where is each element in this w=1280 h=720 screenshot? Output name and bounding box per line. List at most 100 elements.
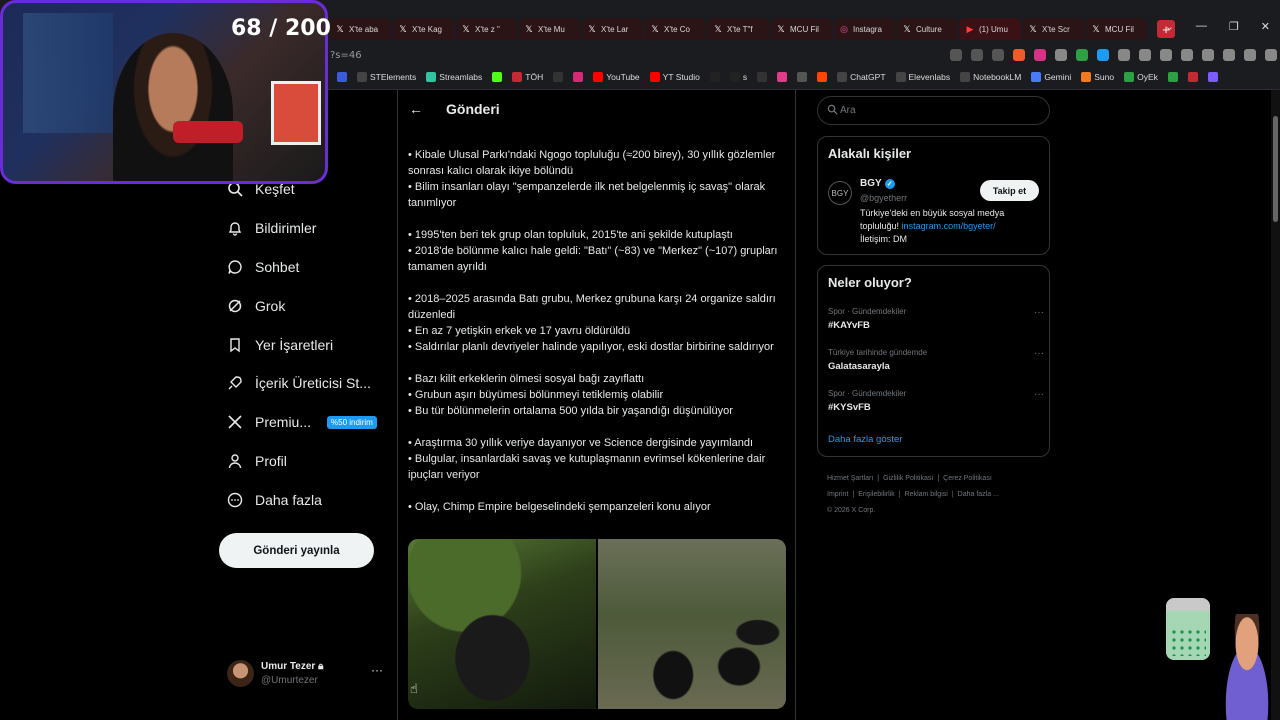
footer-link[interactable]: Hizmet Şartları	[827, 475, 873, 482]
mouse-cursor-icon: ☝︎	[410, 681, 418, 696]
trend-item[interactable]: Spor · Gündemdekiler #KAYvFB ···	[828, 307, 1044, 331]
bookmark-item[interactable]	[817, 72, 828, 82]
bookmark-item[interactable]	[797, 72, 808, 82]
bookmark-item[interactable]	[492, 72, 503, 82]
bookmark-item[interactable]: TÖH	[512, 72, 543, 82]
post-media[interactable]	[408, 539, 786, 709]
profile-icon[interactable]	[1244, 49, 1256, 61]
bookmark-item[interactable]	[337, 72, 347, 82]
wallet-icon[interactable]	[1223, 49, 1235, 61]
bookmark-item[interactable]: NotebookLM	[960, 72, 1021, 82]
browser-tab[interactable]: 𝕏 Culture	[897, 18, 958, 40]
more-icon[interactable]: ···	[1034, 307, 1044, 318]
trend-item[interactable]: Türkiye tarihinde gündemde Galatasarayla ·…	[828, 348, 1044, 372]
share-icon[interactable]	[971, 49, 983, 61]
tab-search-icon[interactable]: ⌄	[1165, 20, 1174, 33]
more-icon[interactable]: ···	[1034, 348, 1044, 359]
trend-item[interactable]: Spor · Gündemdekiler #KYSvFB ···	[828, 389, 1044, 413]
footer-link[interactable]: Erişilebilirlik	[858, 491, 895, 498]
rewards-icon[interactable]	[1034, 49, 1046, 61]
vpn-icon[interactable]	[1265, 49, 1277, 61]
bookmark-item[interactable]	[1207, 72, 1218, 82]
search-box[interactable]: Ara	[817, 96, 1050, 125]
bookmark-item[interactable]: Streamlabs	[426, 72, 482, 82]
bookmark-item[interactable]: YouTube	[593, 72, 640, 82]
extension-icon[interactable]	[1076, 49, 1088, 61]
nav-item-person[interactable]: Profil	[219, 442, 394, 481]
bookmark-item[interactable]	[777, 72, 788, 82]
browser-tab[interactable]: 𝕏 X'te T"f	[708, 18, 769, 40]
bgy-logo-icon[interactable]: BGY	[828, 181, 852, 205]
bio-link[interactable]: instagram.com/bgyeter/	[902, 221, 996, 231]
browser-tab[interactable]: 𝕏 MCU Fil	[1086, 18, 1147, 40]
chat-icon	[227, 259, 243, 275]
bookmark-item[interactable]	[1167, 72, 1178, 82]
browser-tab[interactable]: ◎ Instagra	[834, 18, 895, 40]
chimp-photo-2[interactable]	[598, 539, 786, 709]
brave-shield-icon[interactable]	[1013, 49, 1025, 61]
nav-item-bell[interactable]: Bildirimler	[219, 209, 394, 248]
bookmark-item[interactable]: s	[729, 72, 747, 82]
nav-item-rocket[interactable]: İçerik Üreticisi St...	[219, 364, 394, 403]
nav-item-bookmark[interactable]: Yer İşaretleri	[219, 325, 394, 364]
account-switcher[interactable]: Umur Tezer 🔒︎ @Umurtezer ···	[227, 659, 387, 689]
star-icon[interactable]	[992, 49, 1004, 61]
footer-link[interactable]: Gizlilik Politikası	[883, 475, 933, 482]
browser-tab[interactable]: ▶ (1) Umu	[960, 18, 1021, 40]
chimp-photo-1[interactable]	[408, 539, 596, 709]
extension-icon[interactable]	[1055, 49, 1067, 61]
nav-item-more-circle[interactable]: Daha fazla	[219, 480, 394, 519]
restore-icon[interactable]: ❐	[1229, 20, 1239, 33]
scrollbar-thumb[interactable]	[1273, 116, 1278, 222]
nav-item-grok[interactable]: Grok	[219, 286, 394, 325]
browser-tab[interactable]: 𝕏 X'te aba	[330, 18, 391, 40]
kick-icon	[492, 72, 503, 82]
extension-icon[interactable]	[1160, 49, 1172, 61]
x-icon: 𝕏	[1029, 23, 1037, 34]
bookmark-item[interactable]	[553, 72, 564, 82]
footer-link[interactable]: Daha fazla ...	[958, 491, 999, 498]
browser-tab[interactable]: 𝕏 X'te Lar	[582, 18, 643, 40]
browser-tab[interactable]: 𝕏 X'te Mu	[519, 18, 580, 40]
url-field[interactable]: ?s=46	[330, 50, 362, 61]
related-account-name[interactable]: BGY ✓	[860, 178, 895, 189]
browser-tab[interactable]: 𝕏 MCU Fil	[771, 18, 832, 40]
bookmark-item[interactable]: Suno	[1081, 72, 1114, 82]
extension-icon[interactable]	[1118, 49, 1130, 61]
footer-link[interactable]: Çerez Politikası	[943, 475, 992, 482]
bookmark-item[interactable]	[709, 72, 720, 82]
bookmark-item[interactable]: YT Studio	[649, 72, 700, 82]
footer-link[interactable]: Imprint	[827, 491, 848, 498]
bookmark-item[interactable]: STElements	[357, 72, 416, 82]
extension-icon[interactable]	[1097, 49, 1109, 61]
footer-link[interactable]: Reklam bilgisi	[905, 491, 948, 498]
bookmark-item[interactable]: OyEk	[1124, 72, 1158, 82]
browser-tab[interactable]: 𝕏 X'te Kag	[393, 18, 454, 40]
main-column: ← Gönderi • Kibale Ulusal Parkı'ndaki Ng…	[397, 90, 796, 720]
install-icon[interactable]	[950, 49, 962, 61]
more-icon[interactable]: ···	[1034, 389, 1044, 400]
bookmark-item[interactable]	[573, 72, 584, 82]
nav-item-x[interactable]: Premiu... %50 indirim	[219, 403, 394, 442]
close-window-icon[interactable]: ✕	[1261, 20, 1270, 33]
follow-button[interactable]: Takip et	[980, 180, 1039, 201]
back-arrow-icon[interactable]: ←	[409, 101, 423, 117]
post-line: • Bazı kilit erkeklerin ölmesi sosyal ba…	[408, 373, 645, 385]
minimize-icon[interactable]: —	[1196, 20, 1207, 33]
more-icon[interactable]: ···	[371, 663, 383, 677]
bookmark-item[interactable]: ChatGPT	[837, 72, 886, 82]
show-more-link[interactable]: Daha fazla göster	[828, 434, 902, 445]
browser-tab[interactable]: 𝕏 X'te z "	[456, 18, 517, 40]
bookmark-item[interactable]: Elevenlabs	[895, 72, 950, 82]
browser-tab[interactable]: 𝕏 X'te Co	[645, 18, 706, 40]
notebooklm-icon	[960, 72, 971, 82]
bookmark-item[interactable]: Gemini	[1031, 72, 1071, 82]
music-icon[interactable]	[1181, 49, 1193, 61]
nav-item-chat[interactable]: Sohbet	[219, 248, 394, 287]
bookmark-item[interactable]	[757, 72, 768, 82]
post-button[interactable]: Gönderi yayınla	[219, 533, 374, 568]
sidebar-icon[interactable]	[1202, 49, 1214, 61]
browser-tab[interactable]: 𝕏 X'te Scr	[1023, 18, 1084, 40]
extension-icon[interactable]	[1139, 49, 1151, 61]
bookmark-item[interactable]	[1187, 72, 1198, 82]
